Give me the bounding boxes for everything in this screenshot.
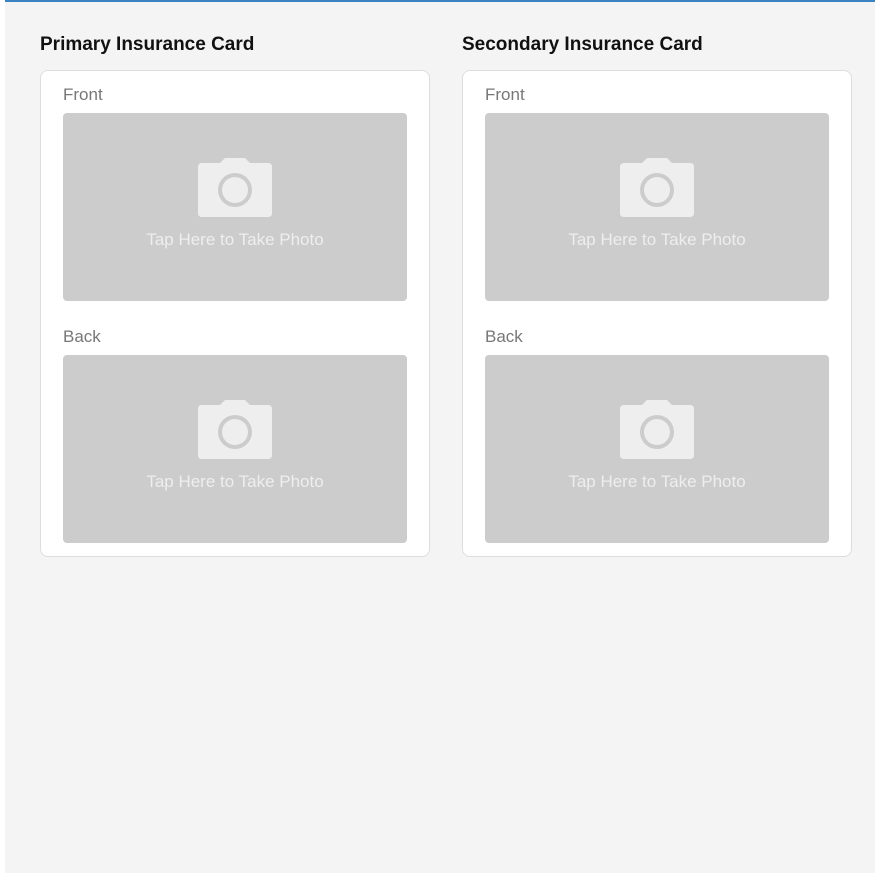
camera-icon [198,158,272,217]
camera-icon [620,158,694,217]
primary-front-label: Front [63,85,103,104]
secondary-front-photo-text: Tap Here to Take Photo [568,230,746,249]
camera-icon [620,400,694,459]
secondary-front-photo-button[interactable]: Tap Here to Take Photo [485,113,829,301]
top-accent-border [0,0,875,2]
secondary-insurance-section: Secondary Insurance Card Front Tap Here … [462,30,852,557]
secondary-insurance-card: Front Tap Here to Take Photo Back Tap He… [462,70,852,557]
primary-back-label: Back [63,327,101,346]
primary-front-photo-button[interactable]: Tap Here to Take Photo [63,113,407,301]
primary-back-photo-button[interactable]: Tap Here to Take Photo [63,355,407,543]
primary-insurance-title: Primary Insurance Card [40,34,255,55]
primary-insurance-card: Front Tap Here to Take Photo Back Tap He… [40,70,430,557]
secondary-back-label: Back [485,327,523,346]
secondary-back-photo-text: Tap Here to Take Photo [568,472,746,491]
primary-back-photo-text: Tap Here to Take Photo [146,472,324,491]
primary-insurance-section: Primary Insurance Card Front Tap Here to… [40,30,430,557]
secondary-insurance-title: Secondary Insurance Card [462,34,703,55]
left-edge [0,0,5,873]
primary-front-photo-text: Tap Here to Take Photo [146,230,324,249]
camera-icon [198,400,272,459]
secondary-back-photo-button[interactable]: Tap Here to Take Photo [485,355,829,543]
secondary-front-label: Front [485,85,525,104]
